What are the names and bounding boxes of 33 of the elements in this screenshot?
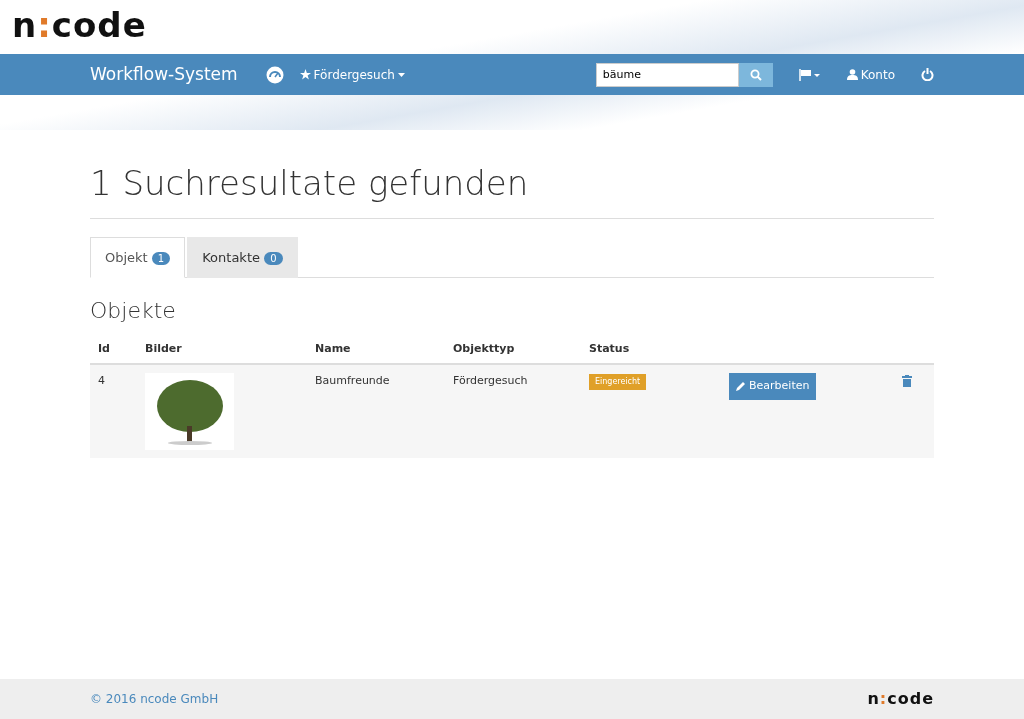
count-badge: 0 [264, 251, 283, 265]
section-title: Objekte [90, 298, 177, 325]
edit-button[interactable]: Bearbeiten [729, 373, 817, 400]
column-header: Objekttyp [453, 341, 515, 355]
table-cell: 4 [98, 374, 105, 388]
status-label: Eingereicht [589, 374, 647, 391]
logo: n:code [12, 5, 147, 45]
search-icon [749, 68, 762, 81]
user-icon [846, 69, 858, 80]
column-header: Bilder [145, 341, 182, 355]
count-badge: 1 [151, 251, 171, 265]
search-button[interactable] [738, 62, 773, 87]
caret-icon [397, 72, 405, 77]
star-icon [299, 69, 311, 80]
dashboard-icon[interactable] [265, 65, 284, 84]
power-icon[interactable] [921, 68, 934, 81]
table-cell: Fördergesuch [453, 374, 528, 388]
delete-icon[interactable] [902, 375, 913, 388]
footer-logo: n:code [867, 691, 934, 707]
column-header: Name [315, 341, 351, 355]
copyright-text: © 2016 ncode GmbH [90, 691, 219, 708]
column-header: Status [589, 341, 630, 355]
tab[interactable]: Kontakte 0 [187, 236, 298, 279]
table-cell: Baumfreunde [315, 374, 390, 388]
column-header: Id [98, 341, 110, 355]
search-field[interactable]: bäume [595, 62, 739, 87]
brand-title[interactable]: Workflow-System [90, 61, 238, 88]
flag-dropdown-icon[interactable] [798, 68, 821, 81]
pencil-icon [736, 381, 746, 392]
account-link[interactable]: Konto [846, 65, 895, 84]
menu-dropdown[interactable]: Fördergesuch [299, 65, 405, 84]
page-heading: 1 Suchresultate gefunden [90, 163, 530, 204]
tab[interactable]: Objekt 1 [90, 236, 186, 279]
